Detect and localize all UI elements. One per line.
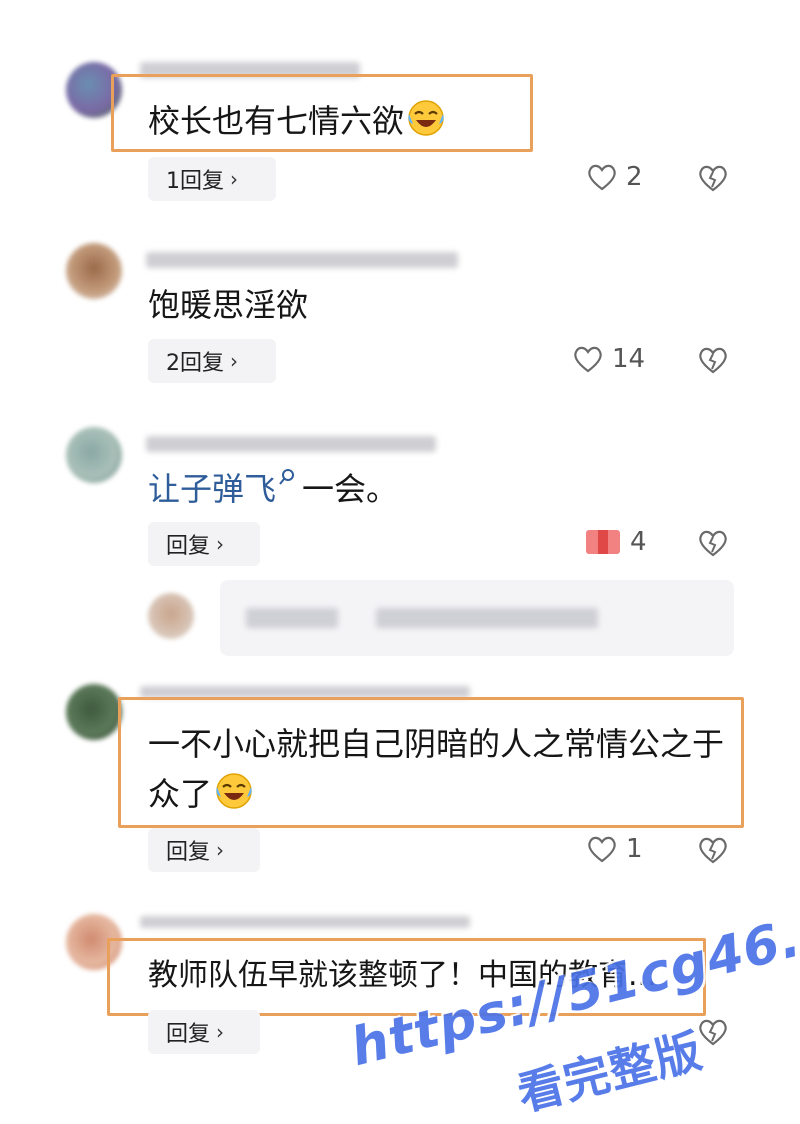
reply-label: 回复 [166,534,211,559]
reply-count-label: 2回复 [166,351,224,376]
mention-link[interactable]: 让子弹飞 [148,469,302,508]
comment-text: 饱暖思淫欲 [148,280,308,330]
reply-input-blurred [376,608,598,628]
username-blurred [146,436,436,452]
broken-heart-icon[interactable] [697,835,729,869]
heart-filled-icon [586,530,620,554]
reply-input-area[interactable] [220,580,734,656]
username-blurred [140,916,470,928]
broken-heart-icon[interactable] [697,1017,729,1051]
avatar[interactable] [66,243,122,299]
chevron-right-icon: › [216,838,225,862]
broken-heart-icon[interactable] [697,528,729,562]
chevron-right-icon: › [230,167,238,191]
comment-text-content: 一会。 [302,470,399,508]
highlight-box [118,697,744,828]
like-count: 14 [612,344,646,374]
search-icon [279,469,295,485]
broken-heart-icon[interactable] [697,163,729,197]
heart-outline-icon [588,836,616,863]
highlight-box [111,74,533,152]
reply-avatar [148,593,194,639]
reply-button[interactable]: 回复 › [148,828,260,872]
reply-count-button[interactable]: 1回复 › [148,157,276,201]
reply-count-button[interactable]: 2回复 › [148,339,276,383]
mention-label: 让子弹飞 [148,470,277,508]
comment-text: 让子弹飞 一会。 [148,464,398,514]
reply-button[interactable]: 回复 › [148,1010,260,1054]
broken-heart-icon[interactable] [697,345,729,379]
like-button[interactable]: 14 [572,344,645,374]
reply-input-blurred [246,608,338,628]
like-count: 1 [626,834,643,864]
comment-text-content: 饱暖思淫欲 [148,286,309,324]
like-button[interactable]: 2 [586,162,643,192]
like-button[interactable]: 1 [586,834,643,864]
chevron-right-icon: › [216,1020,225,1044]
avatar[interactable] [66,427,122,483]
reply-button[interactable]: 回复 › [148,522,260,566]
like-count: 2 [626,162,643,192]
reply-count-label: 1回复 [166,169,224,194]
username-blurred [146,252,458,268]
heart-outline-icon [574,346,602,373]
heart-outline-icon [588,164,616,191]
like-count: 4 [630,527,647,557]
chevron-right-icon: › [216,532,225,556]
reply-label: 回复 [166,840,211,865]
like-button[interactable]: 4 [584,527,647,557]
avatar[interactable] [66,684,122,740]
reply-label: 回复 [166,1022,211,1047]
chevron-right-icon: › [230,349,238,373]
